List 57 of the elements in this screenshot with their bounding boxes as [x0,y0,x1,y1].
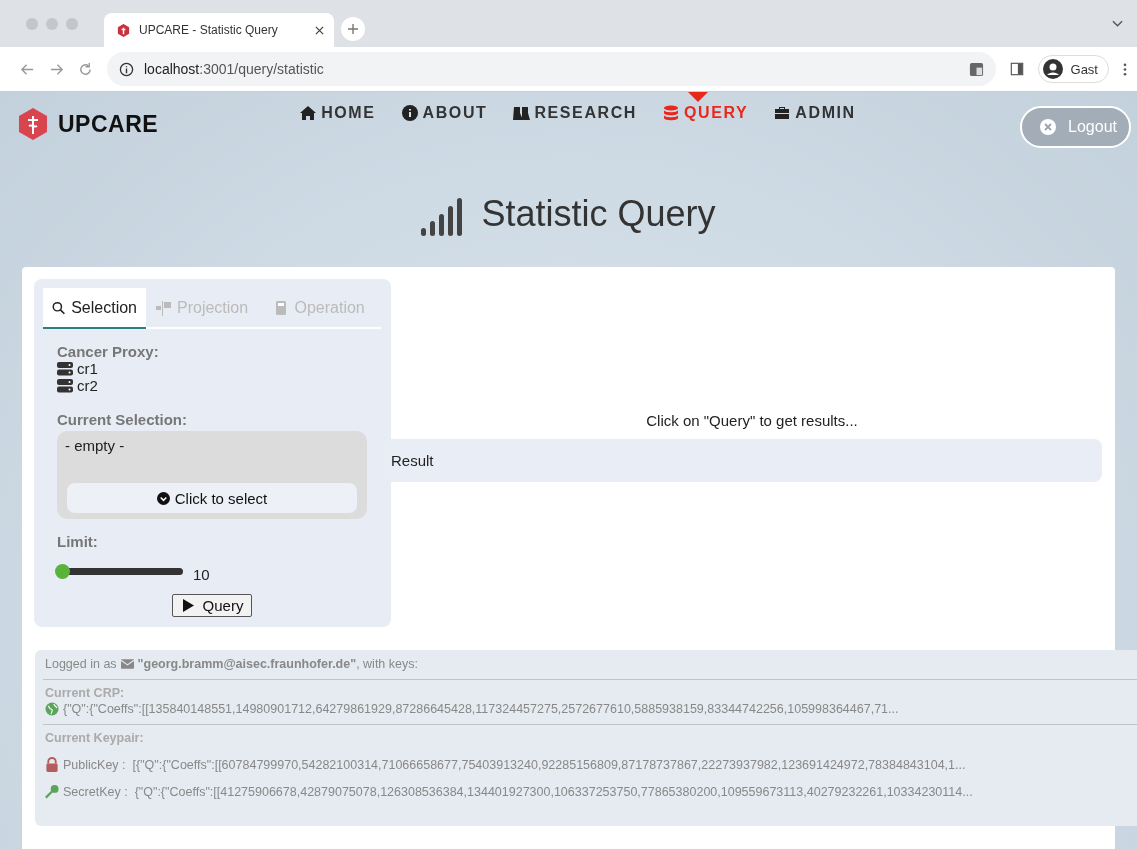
result-hint: Click on "Query" to get results... [645,412,859,431]
key-icon [45,784,59,799]
close-icon[interactable] [315,25,324,35]
new-tab-icon[interactable] [340,16,366,42]
query-button[interactable]: Query [171,594,253,617]
play-icon [182,599,194,612]
avatar-icon [1042,59,1063,79]
nav-link[interactable]: ADMIN [774,104,856,122]
database-icon [663,105,680,121]
selection-value: - empty - [65,437,126,454]
globe-icon [45,702,59,716]
server-icon [57,361,73,376]
proxy-name[interactable]: cr1 [77,360,98,377]
page-title: Statistic Query [481,193,716,235]
search-icon [52,299,66,316]
hexagon-logo-icon [18,107,48,141]
user-email: "georg.bramm@aisec.fraunhofer.de", with keys: [137,657,418,671]
session-text: Logged in as [45,657,117,671]
lock-icon [45,757,59,772]
select-button[interactable]: Click to select [67,483,357,513]
key-value: [{"Q":{"Coeffs":[[60784799970,54282100314,71066658677,75403913240,92285156809,87178737867,22273937982,123691424972,78384843104,1... [132,757,966,772]
nav-link[interactable]: RESEARCH [513,104,637,122]
key-value: {"Q":{"Coeffs":[[41275906678,42879075078,126308536384,134401927300,106337253750,77865380200,109559673113,40279232261,10334230114... [134,784,973,799]
more-icon[interactable] [1123,61,1127,77]
close-circle-icon [1040,119,1057,135]
chevron-down-icon[interactable] [1112,19,1123,28]
home-icon [300,105,318,121]
result-label: Result [391,452,434,469]
envelope-icon [120,659,134,669]
result-bar[interactable]: Result [391,439,1102,482]
hexagon-icon [116,22,131,38]
field-label: Current CRP: [45,686,126,700]
field-label: Current Selection: [57,411,189,428]
toolbox-icon [774,105,792,121]
side-panel-icon[interactable] [1009,62,1024,76]
url-text: localhost:3001/query/statistic [144,61,324,77]
logo-text[interactable]: UPCARE [58,110,159,138]
panel-tab[interactable]: Selection [43,288,146,329]
key-label: PublicKey : [63,757,126,772]
browser-tab[interactable]: UPCARE - Statistic Query [104,13,334,47]
proxy-name[interactable]: cr2 [77,377,98,394]
nav-link[interactable]: ABOUT [401,104,488,122]
signpost-icon [155,299,171,316]
field-label: Current Keypair: [45,731,145,745]
server-icon [57,378,73,393]
crp-value: {"Q":{"Coeffs":[[135840148551,14980901712,64279861929,87286645428,117324457275,2572677610,5885938159,83344742256,105998364467,71... [63,702,899,716]
limit-value: 10 [193,566,210,583]
reload-icon[interactable] [78,61,93,77]
address-bar[interactable]: localhost:3001/query/statistic [107,52,996,86]
nav-link[interactable]: HOME [300,104,376,122]
field-label: Limit: [57,533,99,550]
field-label: Cancer Proxy: [57,343,160,360]
pointer-icon [687,92,708,102]
info-icon [401,105,419,121]
chevron-circle-icon [156,491,170,505]
info-icon [119,61,134,77]
key-label: SecretKey : [63,784,128,799]
